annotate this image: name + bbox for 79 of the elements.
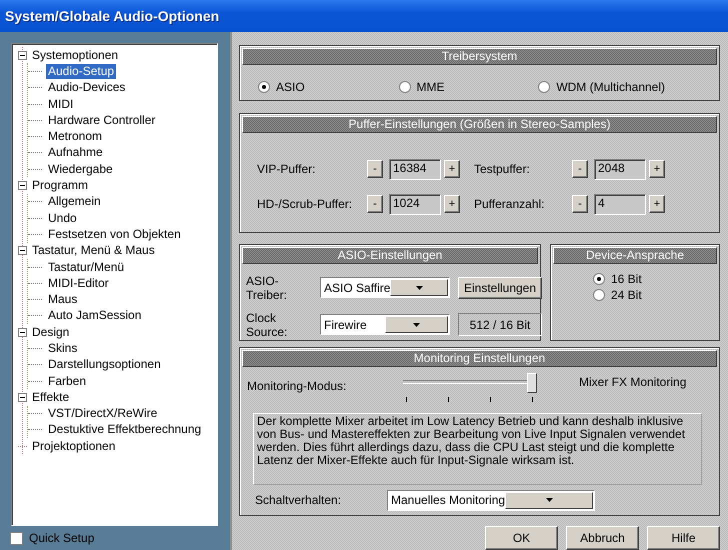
- dialog-button[interactable]: Hilfe: [647, 526, 720, 550]
- driver-radio[interactable]: WDM (Multichannel): [538, 77, 665, 97]
- clock-dropdown[interactable]: Firewire: [320, 314, 450, 335]
- tree-item[interactable]: Systemoptionen: [30, 48, 120, 63]
- tree-item[interactable]: Wiedergabe: [46, 162, 115, 177]
- radio-button-icon[interactable]: [593, 288, 605, 300]
- tree-item[interactable]: Auto JamSession: [46, 308, 144, 324]
- decrement-button[interactable]: -: [367, 195, 383, 214]
- tree-item[interactable]: Destuktive Effektberechnung: [46, 422, 204, 438]
- section-header: Treibersystem: [242, 48, 717, 65]
- decrement-button[interactable]: -: [572, 160, 588, 178]
- increment-button[interactable]: +: [649, 160, 665, 178]
- field-label: ASIO-Treiber:: [246, 274, 288, 302]
- number-field[interactable]: 16384: [389, 158, 441, 180]
- number-field[interactable]: 1024: [389, 194, 441, 215]
- tree-item[interactable]: VST/DirectX/ReWire: [46, 406, 160, 422]
- tree-item[interactable]: Aufnahme: [46, 145, 105, 160]
- field-label: Clock Source:: [246, 310, 288, 338]
- collapse-icon[interactable]: [18, 328, 27, 337]
- tree-item[interactable]: Projektoptionen: [30, 438, 118, 454]
- collapse-icon[interactable]: [18, 181, 27, 190]
- tree-item[interactable]: Hardware Controller: [46, 112, 158, 128]
- tree-item[interactable]: Undo: [46, 210, 79, 226]
- tree-item[interactable]: Design: [30, 324, 72, 340]
- decrement-button[interactable]: -: [572, 195, 588, 214]
- description-text: Der komplette Mixer arbeitet im Low Latency Betrieb und kann deshalb inklusive von Bus- und Mastereffekten zur Bearbeitung von Live Input Signalen verwendet werden. Dies führt allerdings dazu, dass die CPU Last steigt und die komplette Latenz der Mixer-Effekte auch für Input-Signale wirksam ist.: [253, 412, 702, 484]
- dialog-button[interactable]: OK: [485, 526, 558, 550]
- dialog-button[interactable]: Abbruch: [566, 526, 639, 550]
- number-field[interactable]: 2048: [594, 158, 646, 180]
- switch-mode-dropdown[interactable]: Manuelles Monitoring: [387, 490, 595, 510]
- checkbox[interactable]: [10, 532, 23, 544]
- checkbox-label: Quick Setup: [29, 531, 94, 545]
- slider-thumb[interactable]: [527, 372, 537, 392]
- tree-item[interactable]: MIDI: [46, 96, 76, 112]
- radio-button-icon[interactable]: [538, 81, 550, 93]
- radio-button-icon[interactable]: [593, 272, 605, 284]
- section-header: Device-Ansprache: [553, 246, 717, 264]
- driver-dropdown[interactable]: ASIO Saffire: [320, 277, 450, 298]
- field-label: Schaltverhalten:: [255, 493, 342, 507]
- radio-button-icon[interactable]: [398, 81, 410, 93]
- tree-item[interactable]: Tastatur, Menü & Maus: [30, 243, 157, 258]
- bit-depth-radio[interactable]: 24 Bit: [593, 288, 717, 302]
- tree-item[interactable]: Darstellungsoptionen: [46, 357, 163, 372]
- field-label: Monitoring-Modus:: [247, 378, 348, 392]
- tree-item[interactable]: Farben: [46, 374, 88, 389]
- tree-item[interactable]: Allgemein: [46, 194, 103, 210]
- field-label: Pufferanzahl:: [474, 197, 546, 212]
- section-header: ASIO-Einstellungen: [242, 246, 538, 264]
- field-label: HD-/Scrub-Puffer:: [257, 197, 354, 212]
- increment-button[interactable]: +: [444, 160, 460, 178]
- section-header: Monitoring Einstellungen: [242, 350, 717, 366]
- increment-button[interactable]: +: [444, 195, 460, 214]
- window-title: System/Globale Audio-Optionen: [0, 0, 728, 32]
- section-header: Puffer-Einstellungen (Größen in Stereo-Samples): [242, 116, 717, 133]
- tree-item[interactable]: Audio-Devices: [46, 80, 128, 96]
- field-label: Testpuffer:: [474, 162, 531, 176]
- mode-name: Mixer FX Monitoring: [579, 374, 686, 388]
- collapse-icon[interactable]: [18, 392, 27, 402]
- collapse-icon[interactable]: [18, 50, 27, 60]
- tree-item[interactable]: MIDI-Editor: [46, 276, 111, 291]
- tree-item[interactable]: Metronom: [46, 129, 104, 144]
- increment-button[interactable]: +: [649, 195, 665, 214]
- tree-item[interactable]: Tastatur/Menü: [46, 260, 126, 274]
- tree-item[interactable]: Skins: [46, 340, 80, 356]
- decrement-button[interactable]: -: [367, 160, 383, 178]
- collapse-icon[interactable]: [18, 246, 27, 256]
- field-label: VIP-Puffer:: [257, 162, 316, 176]
- tree-item[interactable]: Audio-Setup: [46, 64, 116, 79]
- settings-button[interactable]: Einstellungen: [458, 276, 542, 298]
- bit-depth-radio[interactable]: 16 Bit: [593, 272, 717, 286]
- tree-item[interactable]: Festsetzen von Objekten: [46, 226, 183, 242]
- tree-item[interactable]: Maus: [46, 292, 80, 308]
- driver-radio[interactable]: MME: [398, 77, 444, 97]
- format-readout: 512 / 16 Bit: [458, 313, 542, 336]
- number-field[interactable]: 4: [594, 194, 646, 215]
- driver-radio[interactable]: ASIO: [258, 77, 305, 97]
- tree-item[interactable]: Programm: [30, 178, 90, 194]
- radio-button-icon[interactable]: [258, 81, 270, 93]
- tree-item[interactable]: Effekte: [30, 390, 72, 405]
